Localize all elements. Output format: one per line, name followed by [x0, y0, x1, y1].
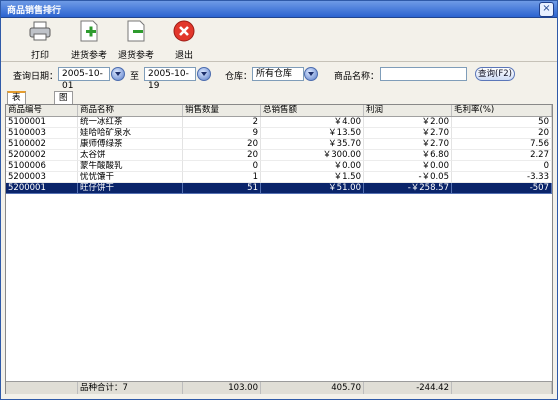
filter-bar: 查询日期： 2005-10-01 至 2005-10-19 仓库： 所有仓库 商…	[1, 64, 557, 91]
add-page-icon	[80, 20, 98, 42]
table-cell: ￥4.00	[261, 117, 364, 128]
product-name-label: 商品名称：	[334, 72, 380, 82]
table-cell: ￥300.00	[261, 150, 364, 161]
table-cell: 1	[183, 172, 261, 183]
table-cell: ￥1.50	[261, 172, 364, 183]
table-cell: -￥258.57	[364, 183, 452, 194]
table-cell: ￥51.00	[261, 183, 364, 194]
table-header: 商品编号 商品名称 销售数量 总销售额 利润 毛利率(%)	[6, 105, 552, 117]
table-cell: ￥2.70	[364, 128, 452, 139]
table-row[interactable]: 5200002 太谷饼 20 ￥300.00 ￥6.80 2.27	[6, 150, 552, 161]
column-header[interactable]: 利润	[364, 105, 452, 116]
table-cell: 太谷饼	[78, 150, 183, 161]
column-header[interactable]: 商品名称	[78, 105, 183, 116]
sales-total: 405.70	[261, 382, 364, 394]
close-circle-icon	[173, 20, 195, 42]
table-cell: -￥0.05	[364, 172, 452, 183]
return-reference-label: 退货参考	[117, 51, 154, 61]
tab-chart-view[interactable]: 图表显示	[54, 91, 73, 139]
table-cell: 20	[183, 150, 261, 161]
table-cell: -507	[452, 183, 552, 194]
table-cell: 5100006	[6, 161, 78, 172]
table-cell: -3.33	[452, 172, 552, 183]
product-name-input[interactable]	[380, 67, 467, 81]
table-row[interactable]: 5100006 蒙牛酸酸乳 0 ￥0.00 ￥0.00 0	[6, 161, 552, 172]
sales-ranking-table: 商品编号 商品名称 销售数量 总销售额 利润 毛利率(%) 5100001 统一冰…	[5, 104, 553, 394]
purchase-reference-label: 进货参考	[70, 51, 107, 61]
table-cell: ￥0.00	[261, 161, 364, 172]
return-reference-button[interactable]: 退货参考	[111, 20, 161, 61]
table-cell: ￥0.00	[364, 161, 452, 172]
table-cell: 0	[183, 161, 261, 172]
toolbar-divider	[1, 61, 557, 62]
purchase-reference-button[interactable]: 进货参考	[64, 20, 114, 61]
table-cell: 2	[183, 117, 261, 128]
table-row[interactable]: 5100003 娃哈哈矿泉水 9 ￥13.50 ￥2.70 20	[6, 128, 552, 139]
table-cell: 5200002	[6, 150, 78, 161]
table-cell: 2.27	[452, 150, 552, 161]
remove-page-icon	[127, 20, 145, 42]
window-title: 商品销售排行	[7, 6, 62, 16]
table-row[interactable]: 5100002 康师傅绿茶 20 ￥35.70 ￥2.70 7.56	[6, 139, 552, 150]
table-cell: 20	[452, 128, 552, 139]
printer-icon	[29, 21, 51, 41]
table-cell: 蒙牛酸酸乳	[78, 161, 183, 172]
table-cell: 5200003	[6, 172, 78, 183]
footer-blank	[6, 382, 78, 394]
table-cell: 统一冰红茶	[78, 117, 183, 128]
close-icon[interactable]: ×	[539, 2, 554, 17]
table-cell: 5100002	[6, 139, 78, 150]
column-header[interactable]: 商品编号	[6, 105, 78, 116]
table-cell: ￥13.50	[261, 128, 364, 139]
toolbar: 打印 进货参考 退货参考 退出	[1, 18, 557, 61]
print-button[interactable]: 打印	[15, 20, 65, 61]
table-cell: 5200001	[6, 183, 78, 194]
warehouse-select[interactable]: 所有仓库	[252, 67, 304, 81]
print-label: 打印	[30, 51, 49, 61]
profit-total: -244.42	[364, 382, 452, 394]
table-cell: 0	[452, 161, 552, 172]
date-label: 查询日期：	[13, 72, 59, 82]
date-to-field[interactable]: 2005-10-19	[144, 67, 196, 91]
column-header[interactable]: 总销售额	[261, 105, 364, 116]
table-cell: 忧忧馕干	[78, 172, 183, 183]
table-cell: 5100003	[6, 128, 78, 139]
table-footer-totals: 品种合计：7 103.00 405.70 -244.42	[6, 381, 552, 394]
table-row[interactable]: 5200001 旺仔饼干 51 ￥51.00 -￥258.57 -507	[6, 183, 552, 194]
warehouse-label: 仓库：	[225, 72, 253, 82]
warehouse-dropdown-icon[interactable]	[304, 67, 318, 81]
table-cell: ￥6.80	[364, 150, 452, 161]
table-cell: 娃哈哈矿泉水	[78, 128, 183, 139]
table-row[interactable]: 5200003 忧忧馕干 1 ￥1.50 -￥0.05 -3.33	[6, 172, 552, 183]
table-cell: 20	[183, 139, 261, 150]
footer-blank	[452, 382, 552, 394]
query-button[interactable]: 查询(F2)	[475, 67, 515, 81]
exit-label: 退出	[174, 51, 193, 61]
date-from-dropdown-icon[interactable]	[111, 67, 125, 81]
table-cell: 51	[183, 183, 261, 194]
table-row[interactable]: 5100001 统一冰红茶 2 ￥4.00 ￥2.00 50	[6, 117, 552, 128]
exit-button[interactable]: 退出	[159, 20, 209, 61]
table-cell: ￥2.70	[364, 139, 452, 150]
date-from-field[interactable]: 2005-10-01	[58, 67, 110, 91]
table-cell: 康师傅绿茶	[78, 139, 183, 150]
tab-table-view[interactable]: 表格显示	[7, 91, 26, 136]
table-cell: ￥2.00	[364, 117, 452, 128]
table-cell: 旺仔饼干	[78, 183, 183, 194]
report-window: 商品销售排行 × 打印 进货参考 退货参考 退出 查询日期： 2005-10-0…	[0, 0, 558, 400]
to-label: 至	[130, 72, 140, 82]
quantity-total: 103.00	[183, 382, 261, 394]
column-header[interactable]: 毛利率(%)	[452, 105, 552, 116]
table-cell: 5100001	[6, 117, 78, 128]
table-cell: 9	[183, 128, 261, 139]
table-cell: ￥35.70	[261, 139, 364, 150]
product-count-total: 品种合计：7	[78, 382, 183, 394]
column-header[interactable]: 销售数量	[183, 105, 261, 116]
table-cell: 7.56	[452, 139, 552, 150]
title-bar: 商品销售排行 ×	[1, 1, 557, 18]
date-to-dropdown-icon[interactable]	[197, 67, 211, 81]
table-cell: 50	[452, 117, 552, 128]
